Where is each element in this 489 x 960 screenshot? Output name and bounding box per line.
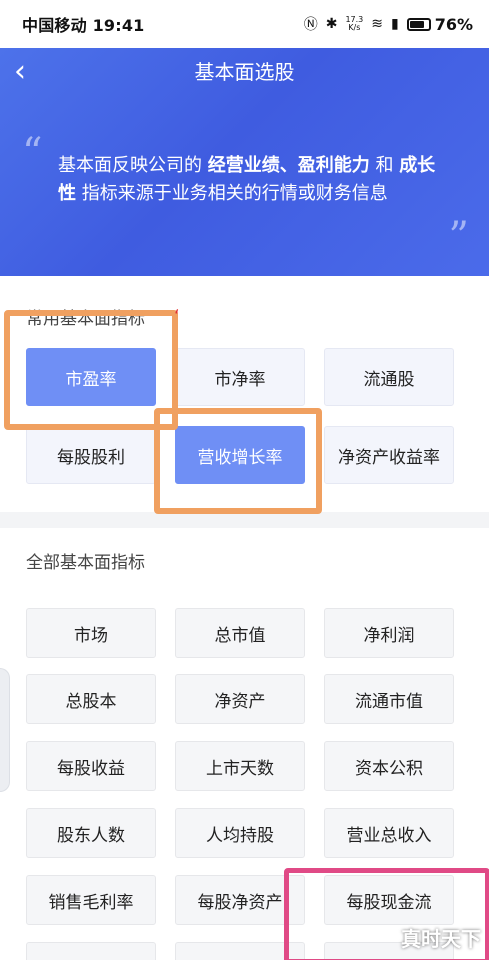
battery-icon <box>406 17 431 31</box>
indicator-chip[interactable]: 每股股利 <box>26 426 156 484</box>
indicator-chip[interactable]: 净资产收益率 <box>324 426 454 484</box>
indicator-chip[interactable]: 流通股 <box>324 348 454 406</box>
description: 基本面反映公司的 经营业绩、盈利能力 和 成长性 指标来源于业务相关的行情或财务… <box>58 155 436 204</box>
status-icons: Ⓝ ✱ 17.3 K/s ≋ ▮ 76% <box>304 14 473 34</box>
page-title: 基本面选股 <box>194 60 295 84</box>
highlight-box-pe <box>4 310 178 430</box>
side-drag-handle[interactable] <box>0 668 10 792</box>
indicator-chip[interactable]: 总市值 <box>175 608 305 658</box>
header-banner: ‹ 基本面选股 “ 基本面反映公司的 经营业绩、盈利能力 和 成长性 指标来源于… <box>0 48 489 276</box>
highlight-box-revenue-growth <box>154 408 322 514</box>
net-speed: 17.3 K/s <box>345 15 364 32</box>
indicator-chip[interactable]: 股东人数 <box>26 808 156 858</box>
indicator-chip[interactable]: 资本公积 <box>324 741 454 791</box>
indicator-chip[interactable]: 流通市值 <box>324 674 454 724</box>
indicator-chip[interactable]: 上市天数 <box>175 741 305 791</box>
battery-percent: 76% <box>434 14 473 34</box>
indicator-chip[interactable]: 市场 <box>26 608 156 658</box>
indicator-chip[interactable]: 每股收益 <box>26 741 156 791</box>
bluetooth-icon: ✱ <box>325 16 338 32</box>
open-quote-icon: “ <box>22 130 43 176</box>
indicator-chip[interactable]: 销售毛利率 <box>26 875 156 925</box>
watermark: 真时天下 <box>401 927 481 951</box>
battery-indicator: 76% <box>406 14 473 34</box>
indicator-chip[interactable]: 人均持股 <box>175 808 305 858</box>
indicator-chip[interactable]: 营业总收入 <box>324 808 454 858</box>
indicator-chip[interactable]: 总股本 <box>26 674 156 724</box>
indicator-chip[interactable]: 净资产 <box>175 674 305 724</box>
indicator-chip[interactable]: 市净率 <box>175 348 305 406</box>
section-title: 全部基本面指标 <box>26 553 145 573</box>
annotation-mark-icon: ʻ <box>174 306 180 327</box>
close-quote-icon: ” <box>448 214 469 260</box>
nfc-icon: Ⓝ <box>303 17 318 33</box>
indicator-chip[interactable]: 净利润 <box>324 608 454 658</box>
signal-icon: ▮ <box>390 16 399 32</box>
carrier-time: 中国移动 19:41 <box>22 16 145 35</box>
status-bar: 中国移动 19:41 Ⓝ ✱ 17.3 K/s ≋ ▮ 76% <box>0 0 489 48</box>
wifi-icon: ≋ <box>371 16 383 32</box>
indicator-chip-partial[interactable] <box>26 942 156 960</box>
